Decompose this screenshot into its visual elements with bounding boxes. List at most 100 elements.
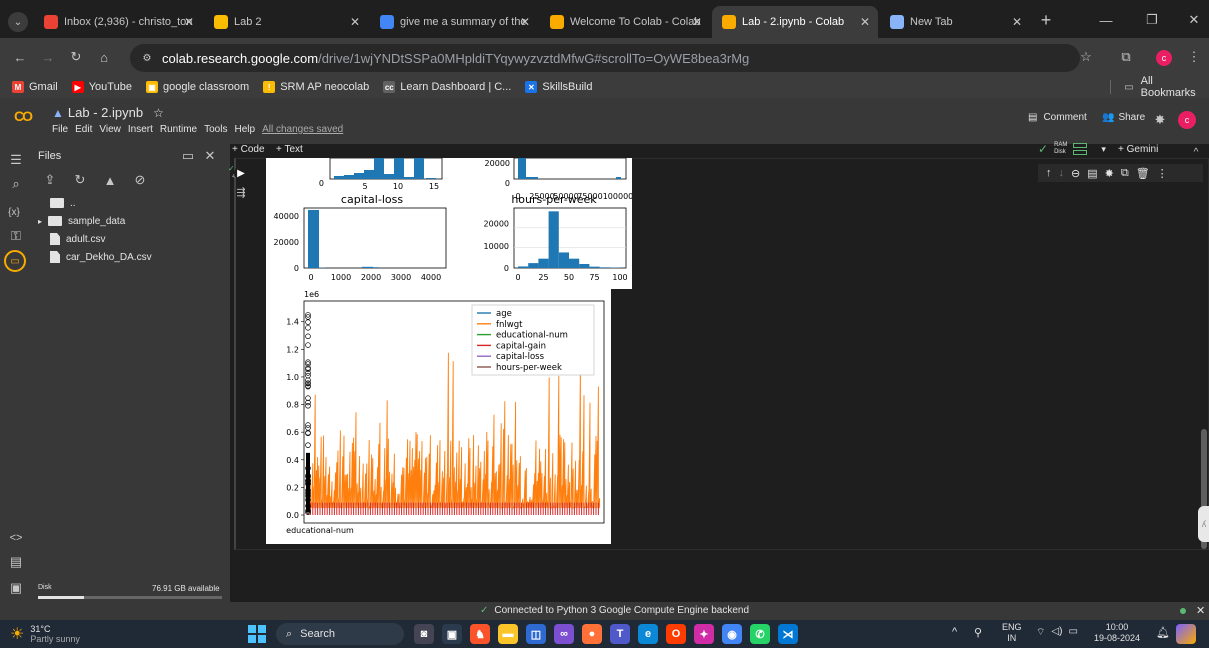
command-palette-icon[interactable]: ▤ bbox=[8, 554, 24, 570]
side-panel-handle[interactable]: ʎ bbox=[1198, 506, 1209, 542]
user-avatar[interactable]: c bbox=[1178, 111, 1196, 129]
upload-icon[interactable]: ⇪ bbox=[42, 172, 58, 188]
taskbar-search[interactable]: ⌕ Search bbox=[276, 623, 404, 645]
expand-chevron-icon[interactable]: ▸ bbox=[38, 217, 42, 226]
close-panel-icon[interactable]: ✕ bbox=[202, 148, 218, 164]
close-tab-icon[interactable]: ✕ bbox=[350, 15, 360, 29]
share-button[interactable]: 👥 Share bbox=[1102, 112, 1145, 123]
menu-item[interactable]: View bbox=[99, 124, 121, 135]
edge-icon[interactable]: e bbox=[638, 624, 658, 644]
bookmark-item[interactable]: ✕ SkillsBuild bbox=[525, 81, 593, 93]
settings-gear-icon[interactable]: ✸ bbox=[1152, 112, 1168, 128]
table-of-contents-icon[interactable]: ☰ bbox=[8, 152, 24, 168]
code-snippets-icon[interactable]: <> bbox=[8, 530, 24, 546]
vscode-icon[interactable]: ⋊ bbox=[778, 624, 798, 644]
address-bar[interactable]: ⚙ colab.research.google.com/drive/1wjYND… bbox=[130, 44, 1080, 72]
close-tab-icon[interactable]: ✕ bbox=[184, 15, 194, 29]
menu-item[interactable]: File bbox=[52, 124, 68, 135]
hide-files-icon[interactable]: ⊘ bbox=[132, 172, 148, 188]
notebook-title[interactable]: Lab - 2.ipynb bbox=[68, 105, 143, 120]
terminal-icon[interactable]: ▣ bbox=[8, 580, 24, 596]
menu-item[interactable]: Runtime bbox=[160, 124, 197, 135]
gemini-button[interactable]: + Gemini bbox=[1118, 144, 1158, 155]
menu-item[interactable]: Edit bbox=[75, 124, 92, 135]
close-tab-icon[interactable]: ✕ bbox=[520, 15, 530, 29]
brave-icon[interactable]: ♞ bbox=[470, 624, 490, 644]
runtime-dropdown-icon[interactable]: ▾ bbox=[1101, 144, 1106, 155]
system-tray[interactable]: ⌔ ◁) ▭ bbox=[1036, 626, 1078, 639]
add-code-button[interactable]: + Code bbox=[232, 144, 265, 155]
site-info-icon[interactable]: ⚙ bbox=[140, 51, 154, 65]
bookmark-item[interactable]: ! SRM AP neocolab bbox=[263, 81, 369, 93]
close-tab-icon[interactable]: ✕ bbox=[1012, 15, 1022, 29]
browser-tab[interactable]: Inbox (2,936) - christo_ton ✕ bbox=[34, 6, 202, 38]
vs-icon[interactable]: ∞ bbox=[554, 624, 574, 644]
close-status-icon[interactable]: ✕ bbox=[1196, 604, 1205, 617]
copilot-app-icon[interactable] bbox=[1176, 624, 1196, 644]
restore-icon[interactable]: ❐ bbox=[1144, 12, 1160, 28]
whatsapp-icon[interactable]: ✆ bbox=[750, 624, 770, 644]
add-text-button[interactable]: + Text bbox=[276, 144, 303, 155]
secrets-key-icon[interactable]: ⚿ bbox=[8, 228, 24, 244]
menu-item[interactable]: Insert bbox=[128, 124, 153, 135]
file-item[interactable]: ▸ sample_data bbox=[38, 212, 152, 230]
browser-tab[interactable]: New Tab ✕ bbox=[880, 6, 1030, 38]
extensions-icon[interactable]: ⧉ bbox=[1118, 49, 1134, 65]
files-folder-icon[interactable]: ▭ bbox=[4, 250, 26, 272]
star-icon[interactable]: ☆ bbox=[153, 106, 164, 120]
close-window-icon[interactable]: ✕ bbox=[1186, 12, 1202, 28]
firefox-icon[interactable]: ● bbox=[582, 624, 602, 644]
new-tab-icon[interactable]: + bbox=[1038, 10, 1054, 30]
task-view-icon[interactable]: ▣ bbox=[442, 624, 462, 644]
weather-widget[interactable]: ☀ 31°C Partly sunny bbox=[10, 624, 80, 644]
language-indicator[interactable]: ENG IN bbox=[1002, 622, 1022, 644]
profile-avatar[interactable]: c bbox=[1156, 50, 1172, 66]
output-actions-icon[interactable]: ⇶ bbox=[233, 184, 249, 200]
browser-tab[interactable]: Lab - 2.ipynb - Colab ✕ bbox=[712, 6, 878, 38]
close-tab-icon[interactable]: ✕ bbox=[692, 15, 702, 29]
bookmark-item[interactable]: cc Learn Dashboard | C... bbox=[383, 81, 511, 93]
menu-item[interactable]: Help bbox=[234, 124, 255, 135]
comment-button[interactable]: ▤ Comment bbox=[1028, 112, 1087, 123]
reload-icon[interactable]: ↻ bbox=[68, 49, 84, 65]
tray-chevron-icon[interactable]: ^ bbox=[952, 626, 957, 638]
runtime-status[interactable]: ✓ RAM Disk ▾ bbox=[1038, 142, 1106, 156]
file-explorer-icon[interactable]: ▬ bbox=[498, 624, 518, 644]
back-icon[interactable]: ← bbox=[12, 49, 28, 65]
refresh-icon[interactable]: ↻ bbox=[72, 172, 88, 188]
teams-icon[interactable]: T bbox=[610, 624, 630, 644]
all-bookmarks[interactable]: ▭ All Bookmarks bbox=[1110, 75, 1209, 99]
menu-item[interactable]: Tools bbox=[204, 124, 227, 135]
app-icon[interactable]: ✦ bbox=[694, 624, 714, 644]
notification-bell-icon[interactable]: 🔔︎ bbox=[1156, 626, 1170, 639]
close-tab-icon[interactable]: ✕ bbox=[860, 15, 870, 29]
parent-folder[interactable]: .. bbox=[50, 194, 152, 212]
save-status[interactable]: All changes saved bbox=[262, 124, 343, 135]
windows-start-icon[interactable] bbox=[248, 625, 266, 643]
copilot-icon[interactable]: ⚲ bbox=[974, 626, 982, 639]
chrome-menu-icon[interactable]: ⋮ bbox=[1186, 49, 1202, 65]
tab-search-icon[interactable]: ⌄ bbox=[8, 12, 28, 32]
variables-icon[interactable]: {x} bbox=[6, 204, 22, 220]
opera-icon[interactable]: O bbox=[666, 624, 686, 644]
bookmark-star-icon[interactable]: ☆ bbox=[1078, 49, 1094, 65]
forward-icon[interactable]: → bbox=[40, 49, 56, 65]
new-window-icon[interactable]: ▭ bbox=[180, 148, 196, 164]
browser-tab[interactable]: Welcome To Colab - Colab ✕ bbox=[540, 6, 710, 38]
file-item[interactable]: adult.csv bbox=[50, 230, 152, 248]
browser-tab[interactable]: give me a summary of the ✕ bbox=[370, 6, 538, 38]
bookmark-item[interactable]: ▣ google classroom bbox=[145, 81, 249, 93]
clock[interactable]: 10:00 19-08-2024 bbox=[1094, 622, 1140, 644]
mount-drive-icon[interactable]: ▲ bbox=[102, 172, 118, 188]
home-icon[interactable]: ⌂ bbox=[96, 49, 112, 65]
store-icon[interactable]: ◫ bbox=[526, 624, 546, 644]
run-cell-button[interactable]: ▶ bbox=[234, 166, 248, 180]
bookmark-item[interactable]: M Gmail bbox=[12, 81, 58, 93]
colab-logo[interactable]: CO bbox=[14, 108, 33, 124]
chrome-icon[interactable]: ◉ bbox=[722, 624, 742, 644]
bookmark-item[interactable]: ▶ YouTube bbox=[71, 81, 132, 93]
search-icon[interactable]: ⌕ bbox=[8, 176, 24, 192]
camera-app-icon[interactable]: ◙ bbox=[414, 624, 434, 644]
file-item[interactable]: car_Dekho_DA.csv bbox=[50, 248, 152, 266]
browser-tab[interactable]: Lab 2 ✕ bbox=[204, 6, 368, 38]
